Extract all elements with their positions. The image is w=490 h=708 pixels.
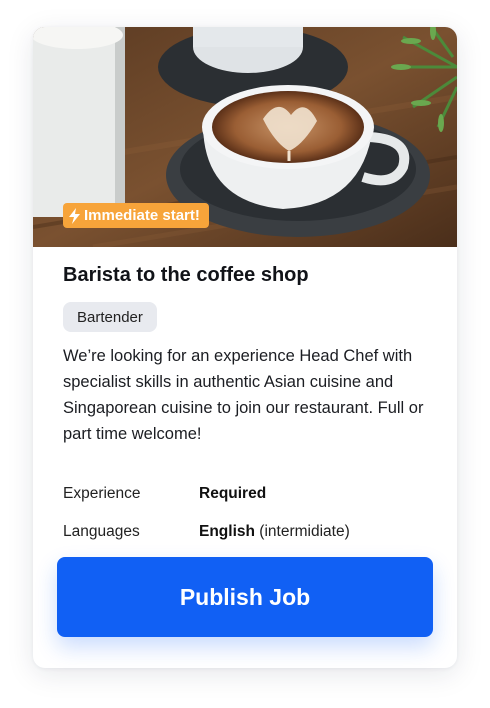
detail-label: Experience <box>63 485 141 502</box>
job-description: We’re looking for an experience Head Che… <box>63 347 424 443</box>
lightning-bolt-icon <box>69 207 80 224</box>
job-title: Barista to the coffee shop <box>63 264 309 286</box>
job-photo: Immediate start! <box>33 27 457 247</box>
job-category-tag: Bartender <box>63 302 157 332</box>
immediate-start-badge: Immediate start! <box>63 203 209 228</box>
detail-value: English (intermidiate) <box>199 523 350 540</box>
detail-note: (intermidiate) <box>259 523 350 540</box>
publish-job-button[interactable]: Publish Job <box>57 557 433 637</box>
detail-value: Required <box>199 485 267 502</box>
job-card: Immediate start! Barista to the coffee s… <box>33 27 457 668</box>
badge-label: Immediate start! <box>84 207 200 224</box>
detail-label: Languages <box>63 523 140 540</box>
